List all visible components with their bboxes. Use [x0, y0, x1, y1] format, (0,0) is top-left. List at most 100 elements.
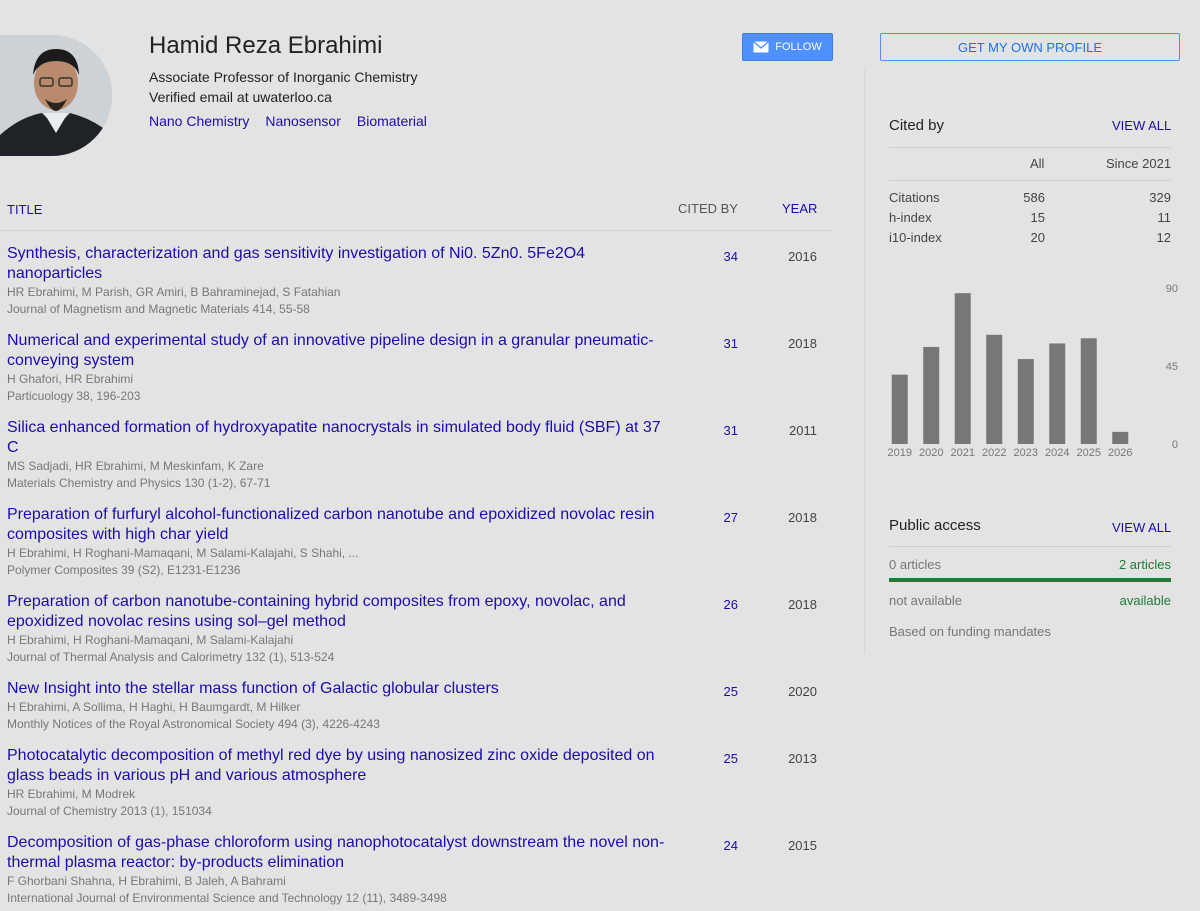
y-tick-label: 90 — [1166, 283, 1178, 295]
article-cited-count[interactable]: 34 — [700, 249, 738, 264]
public-access-bar — [889, 578, 1171, 582]
article-cited-count[interactable]: 25 — [700, 684, 738, 699]
public-access-heading: Public access — [889, 517, 981, 534]
divider — [889, 147, 1171, 148]
chart-bar-2023[interactable] — [1017, 359, 1034, 444]
article-venue: Materials Chemistry and Physics 130 (1-2… — [7, 476, 271, 490]
article-venue: International Journal of Environmental S… — [7, 891, 447, 905]
stat-since-value: 12 — [1156, 230, 1171, 245]
article-cited-count[interactable]: 24 — [700, 838, 738, 853]
article-cited-count[interactable]: 31 — [700, 336, 738, 351]
article-title[interactable]: Decomposition of gas-phase chloroform us… — [7, 833, 667, 873]
x-tick-label: 2019 — [888, 447, 912, 459]
article-venue: Journal of Magnetism and Magnetic Materi… — [7, 302, 310, 316]
article-title[interactable]: Photocatalytic decomposition of methyl r… — [7, 746, 667, 786]
article-year: 2018 — [788, 597, 817, 612]
article-row: Decomposition of gas-phase chloroform us… — [0, 824, 832, 911]
article-row: Preparation of carbon nanotube-containin… — [0, 583, 832, 670]
article-year: 2013 — [788, 751, 817, 766]
profile-affiliation: Associate Professor of Inorganic Chemist… — [149, 69, 418, 85]
interest-link[interactable]: Nano Chemistry — [149, 113, 249, 129]
article-cited-count[interactable]: 25 — [700, 751, 738, 766]
article-row: Photocatalytic decomposition of methyl r… — [0, 737, 832, 824]
y-tick-label: 45 — [1166, 361, 1178, 373]
chart-bar-2024[interactable] — [1049, 343, 1066, 444]
article-title[interactable]: Numerical and experimental study of an i… — [7, 331, 667, 371]
article-cited-count[interactable]: 31 — [700, 423, 738, 438]
x-tick-label: 2021 — [951, 447, 975, 459]
article-authors: MS Sadjadi, HR Ebrahimi, M Meskinfam, K … — [7, 459, 264, 473]
article-authors: F Ghorbani Shahna, H Ebrahimi, B Jaleh, … — [7, 874, 286, 888]
stat-label: i10-index — [889, 230, 942, 245]
article-cited-count[interactable]: 26 — [700, 597, 738, 612]
article-cited-count[interactable]: 27 — [700, 510, 738, 525]
envelope-icon — [753, 41, 770, 53]
public-access-view-all-link[interactable]: VIEW ALL — [1112, 520, 1171, 535]
cited-by-heading: Cited by — [889, 117, 945, 134]
research-interests: Nano Chemistry Nanosensor Biomaterial — [149, 113, 427, 129]
article-venue: Polymer Composites 39 (S2), E1231-E1236 — [7, 563, 241, 577]
follow-label: FOLLOW — [775, 41, 822, 53]
article-title[interactable]: Preparation of carbon nanotube-containin… — [7, 592, 667, 632]
x-tick-label: 2026 — [1108, 447, 1132, 459]
x-tick-label: 2025 — [1077, 447, 1101, 459]
article-authors: H Ebrahimi, H Roghani-Mamaqani, M Salami… — [7, 546, 359, 560]
y-tick-label: 0 — [1172, 439, 1178, 451]
interest-link[interactable]: Biomaterial — [357, 113, 427, 129]
stat-all-value: 20 — [1030, 230, 1045, 245]
article-title[interactable]: New Insight into the stellar mass functi… — [7, 679, 667, 699]
available-count[interactable]: 2 articles — [1119, 557, 1171, 572]
article-authors: HR Ebrahimi, M Modrek — [7, 787, 136, 801]
article-title[interactable]: Synthesis, characterization and gas sens… — [7, 244, 667, 284]
citations-per-year-chart: 90 45 0 2019 2020 2021 2022 2023 2024 2025 2026 — [888, 283, 1178, 459]
article-row: Preparation of furfuryl alcohol-function… — [0, 496, 832, 583]
article-year: 2016 — [788, 249, 817, 264]
x-tick-label: 2023 — [1014, 447, 1038, 459]
stat-label: h-index — [889, 210, 932, 225]
available-label: available — [1119, 593, 1171, 608]
funding-mandates-note: Based on funding mandates — [889, 624, 1051, 639]
article-year: 2018 — [788, 510, 817, 525]
interest-link[interactable]: Nanosensor — [265, 113, 341, 129]
follow-button[interactable]: FOLLOW — [742, 33, 833, 61]
articles-table-header: TITLE CITED BY YEAR — [0, 190, 832, 231]
article-authors: H Ebrahimi, H Roghani-Mamaqani, M Salami… — [7, 633, 294, 647]
profile-photo — [0, 35, 112, 156]
chart-bar-2020[interactable] — [923, 346, 940, 444]
chart-bar-2025[interactable] — [1080, 338, 1097, 444]
chart-bar-2022[interactable] — [986, 334, 1003, 444]
article-year: 2018 — [788, 336, 817, 351]
article-title[interactable]: Preparation of furfuryl alcohol-function… — [7, 505, 667, 545]
stats-col-since: Since 2021 — [1106, 156, 1172, 171]
sort-by-cited[interactable]: CITED BY — [678, 201, 738, 216]
x-tick-label: 2020 — [919, 447, 943, 459]
article-row: Silica enhanced formation of hydroxyapat… — [0, 409, 832, 496]
stat-since-value: 329 — [1149, 190, 1171, 205]
profile-name: Hamid Reza Ebrahimi — [149, 32, 383, 59]
sort-by-title[interactable]: TITLE — [7, 202, 42, 217]
sort-by-year[interactable]: YEAR — [782, 201, 817, 216]
article-year: 2020 — [788, 684, 817, 699]
chart-bar-2019[interactable] — [891, 374, 908, 444]
article-row: Synthesis, characterization and gas sens… — [0, 235, 832, 322]
stat-all-value: 15 — [1030, 210, 1045, 225]
cited-by-view-all-link[interactable]: VIEW ALL — [1112, 118, 1171, 133]
unavailable-count[interactable]: 0 articles — [889, 557, 941, 572]
article-authors: HR Ebrahimi, M Parish, GR Amiri, B Bahra… — [7, 285, 341, 299]
get-my-own-profile-button[interactable]: GET MY OWN PROFILE — [880, 33, 1180, 61]
divider — [889, 180, 1171, 181]
profile-email: Verified email at uwaterloo.ca — [149, 89, 332, 105]
chart-bar-2026[interactable] — [1112, 431, 1129, 444]
stat-all-value: 586 — [1023, 190, 1045, 205]
article-year: 2015 — [788, 838, 817, 853]
article-year: 2011 — [789, 423, 817, 438]
chart-bar-2021[interactable] — [954, 293, 971, 444]
x-tick-label: 2022 — [982, 447, 1006, 459]
article-title[interactable]: Silica enhanced formation of hydroxyapat… — [7, 418, 667, 458]
x-tick-label: 2024 — [1045, 447, 1069, 459]
not-available-label: not available — [889, 593, 962, 608]
divider — [889, 546, 1171, 547]
stats-col-all: All — [1030, 156, 1045, 171]
article-row: New Insight into the stellar mass functi… — [0, 670, 832, 737]
stat-label: Citations — [889, 190, 940, 205]
